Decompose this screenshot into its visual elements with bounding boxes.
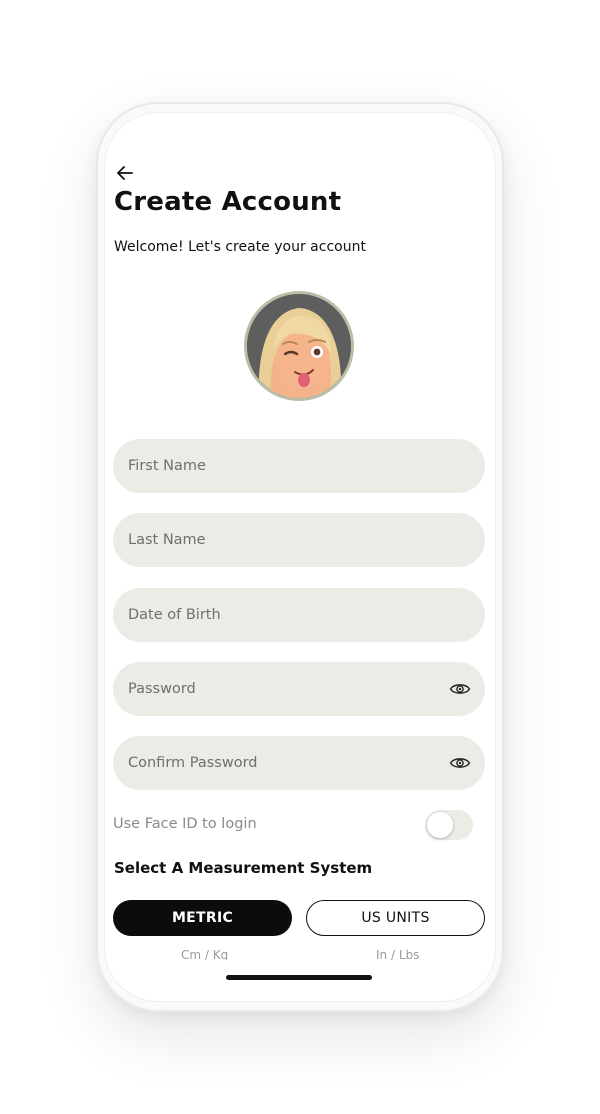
back-button[interactable] <box>113 161 137 185</box>
page-subtitle: Welcome! Let's create your account <box>114 239 366 255</box>
last-name-field[interactable]: Last Name <box>113 513 485 567</box>
avatar[interactable] <box>244 291 354 401</box>
show-confirm-password-eye-icon[interactable] <box>449 755 471 771</box>
home-indicator[interactable] <box>226 975 372 980</box>
memoji-avatar-icon <box>247 294 351 398</box>
date-of-birth-field[interactable]: Date of Birth <box>113 588 485 642</box>
password-field[interactable]: Password <box>113 662 485 716</box>
us-units-button[interactable]: US UNITS <box>306 900 485 936</box>
last-name-placeholder: Last Name <box>128 532 206 548</box>
face-id-label: Use Face ID to login <box>113 816 257 832</box>
show-password-eye-icon[interactable] <box>449 681 471 697</box>
metric-button[interactable]: METRIC <box>113 900 292 936</box>
arrow-left-icon <box>117 166 133 180</box>
first-name-field[interactable]: First Name <box>113 439 485 493</box>
toggle-knob <box>427 812 453 838</box>
us-units-text: In / Lbs <box>376 948 420 960</box>
first-name-placeholder: First Name <box>128 458 206 474</box>
confirm-password-field[interactable]: Confirm Password <box>113 736 485 790</box>
measurement-heading: Select A Measurement System <box>114 859 373 877</box>
metric-units-text: Cm / Kg <box>181 948 229 960</box>
phone-screen: Create Account Welcome! Let's create you… <box>104 112 496 1002</box>
face-id-toggle[interactable] <box>425 810 473 840</box>
page-title: Create Account <box>114 187 342 217</box>
password-placeholder: Password <box>128 681 196 697</box>
metric-units-caption: Cm / Kg <box>181 946 228 960</box>
stage: Create Account Welcome! Let's create you… <box>0 0 600 1114</box>
confirm-password-placeholder: Confirm Password <box>128 755 258 771</box>
date-of-birth-placeholder: Date of Birth <box>128 607 221 623</box>
us-units-caption: In / Lbs <box>376 946 419 960</box>
